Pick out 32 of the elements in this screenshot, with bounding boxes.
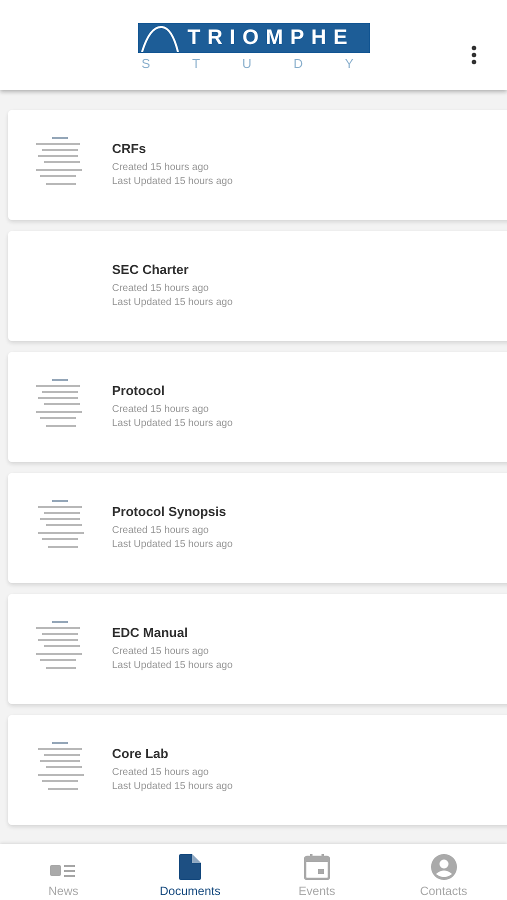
news-icon bbox=[50, 862, 76, 880]
updated-time: Last Updated 15 hours ago bbox=[112, 659, 233, 673]
document-title: SEC Charter bbox=[112, 262, 190, 277]
created-time: Created 15 hours ago bbox=[112, 282, 210, 296]
updated-time: Last Updated 15 hours ago bbox=[112, 780, 233, 794]
document-title: Protocol bbox=[112, 383, 166, 398]
document-card[interactable]: Core Lab Created 15 hours ago Last Updated 15 hours ago bbox=[8, 715, 507, 825]
updated-time: Last Updated 15 hours ago bbox=[112, 296, 233, 310]
more-menu-icon[interactable] bbox=[471, 45, 477, 65]
calendar-icon bbox=[304, 854, 330, 880]
created-time: Created 15 hours ago bbox=[112, 524, 210, 538]
created-time: Created 15 hours ago bbox=[112, 766, 210, 780]
logo-subtitle: STUDY bbox=[142, 56, 396, 71]
document-card[interactable]: SEC Charter Created 15 hours ago Last Updated 15 hours ago bbox=[8, 231, 507, 341]
account-icon bbox=[430, 854, 457, 880]
document-title: Protocol Synopsis bbox=[112, 504, 228, 519]
updated-time: Last Updated 15 hours ago bbox=[112, 538, 233, 552]
document-card[interactable]: Protocol Created 15 hours ago Last Updated 15 hours ago bbox=[8, 352, 507, 462]
created-time: Created 15 hours ago bbox=[112, 403, 210, 417]
document-icon bbox=[179, 854, 202, 880]
document-card[interactable]: EDC Manual Created 15 hours ago Last Updated 15 hours ago bbox=[8, 594, 507, 704]
document-title: CRFs bbox=[112, 141, 147, 156]
updated-time: Last Updated 15 hours ago bbox=[112, 417, 233, 431]
created-time: Created 15 hours ago bbox=[112, 161, 210, 175]
nav-tab[interactable]: Documents bbox=[126, 844, 254, 900]
document-title: EDC Manual bbox=[112, 625, 189, 640]
document-title: Core Lab bbox=[112, 746, 170, 761]
document-card[interactable]: Protocol Synopsis Created 15 hours ago Last Updated 15 hours ago bbox=[8, 473, 507, 583]
updated-time: Last Updated 15 hours ago bbox=[112, 175, 233, 189]
document-card[interactable]: CRFs Created 15 hours ago Last Updated 15 hours ago bbox=[8, 110, 507, 220]
created-time: Created 15 hours ago bbox=[112, 645, 210, 659]
logo-wordmark: TRIOMPHE bbox=[188, 26, 354, 50]
